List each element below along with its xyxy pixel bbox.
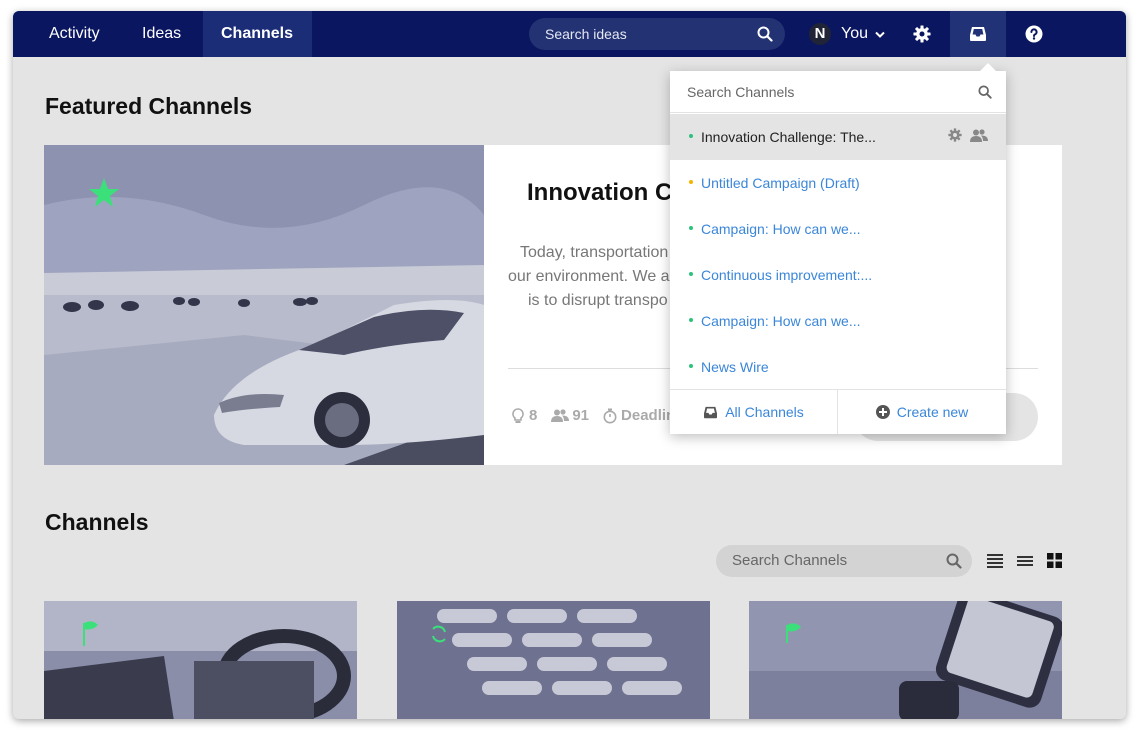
grid-view-icon[interactable] (1047, 553, 1062, 568)
dropdown-footer: All Channels Create new (670, 389, 1006, 434)
dropdown-item-campaign-2[interactable]: Campaign: How can we... (670, 298, 1006, 344)
search-icon[interactable] (946, 553, 962, 569)
help-button[interactable] (1006, 11, 1062, 57)
featured-channel-image (44, 145, 484, 465)
all-channels-button[interactable]: All Channels (670, 390, 838, 434)
nav-channels[interactable]: Channels (203, 11, 312, 57)
users-icon[interactable] (970, 128, 988, 142)
channel-card[interactable] (749, 601, 1062, 719)
nav-ideas[interactable]: Ideas (124, 11, 199, 57)
dropdown-search-input[interactable]: Search Channels (670, 71, 1006, 113)
dropdown-item-label: News Wire (701, 359, 769, 375)
search-icon[interactable] (978, 85, 992, 99)
dropdown-item-label: Innovation Challenge: The... (701, 129, 876, 145)
dropdown-item-label: Campaign: How can we... (701, 221, 861, 237)
dropdown-item-untitled-campaign[interactable]: Untitled Campaign (Draft) (670, 160, 1006, 206)
inbox-icon (704, 406, 718, 418)
deadline-stat: Deadlin (603, 407, 675, 424)
status-dot (689, 318, 693, 322)
dropdown-item-label: Untitled Campaign (Draft) (701, 175, 860, 191)
channels-search-input[interactable]: Search Channels (716, 545, 972, 577)
status-dot (689, 180, 693, 184)
channel-card[interactable] (397, 601, 710, 719)
status-dot (689, 272, 693, 276)
chevron-down-icon (875, 31, 885, 38)
dropdown-item-label: Campaign: How can we... (701, 313, 861, 329)
gear-icon[interactable] (948, 128, 962, 142)
featured-stats: 8 91 Deadlin (512, 407, 689, 424)
dropdown-item-news-wire[interactable]: News Wire (670, 344, 1006, 390)
featured-heading: Featured Channels (45, 93, 253, 119)
dropdown-item-continuous-improvement[interactable]: Continuous improvement:... (670, 252, 1006, 298)
create-new-label: Create new (896, 404, 969, 420)
compact-list-view-icon[interactable] (987, 553, 1003, 569)
app-window: Activity Ideas Channels Search ideas N Y… (13, 11, 1126, 719)
search-ideas-input[interactable]: Search ideas (529, 18, 785, 50)
user-menu[interactable]: N You (809, 11, 885, 57)
stopwatch-icon (603, 408, 617, 423)
help-icon (1025, 25, 1043, 43)
status-dot (689, 364, 693, 368)
all-channels-label: All Channels (725, 404, 804, 420)
search-ideas-placeholder: Search ideas (545, 26, 627, 42)
channel-card[interactable] (44, 601, 357, 719)
nav-activity[interactable]: Activity (31, 11, 118, 57)
channels-dropdown: Search Channels Innovation Challenge: Th… (670, 63, 1006, 434)
avatar: N (809, 23, 831, 45)
dropdown-search-placeholder: Search Channels (687, 84, 795, 100)
top-navbar: Activity Ideas Channels Search ideas N Y… (13, 11, 1126, 57)
dropdown-item-innovation-challenge[interactable]: Innovation Challenge: The... (670, 114, 1006, 160)
dropdown-item-campaign[interactable]: Campaign: How can we... (670, 206, 1006, 252)
lightbulb-icon (512, 407, 524, 423)
inbox-button[interactable] (950, 11, 1006, 57)
channels-heading: Channels (45, 509, 149, 535)
list-view-icon[interactable] (1017, 553, 1033, 569)
status-dot (689, 134, 693, 138)
featured-title: Innovation C (527, 179, 673, 206)
status-dot (689, 226, 693, 230)
inbox-icon (970, 27, 986, 41)
gear-icon (913, 25, 931, 43)
dropdown-item-label: Continuous improvement:... (701, 267, 873, 283)
members-stat: 91 (551, 407, 589, 424)
channels-search-placeholder: Search Channels (732, 552, 848, 569)
plus-circle-icon (875, 405, 890, 419)
create-new-button[interactable]: Create new (838, 390, 1006, 434)
ideas-stat: 8 (512, 407, 537, 424)
users-icon (551, 409, 570, 422)
settings-button[interactable] (894, 11, 950, 57)
user-label: You (841, 25, 868, 42)
search-icon[interactable] (757, 26, 773, 42)
